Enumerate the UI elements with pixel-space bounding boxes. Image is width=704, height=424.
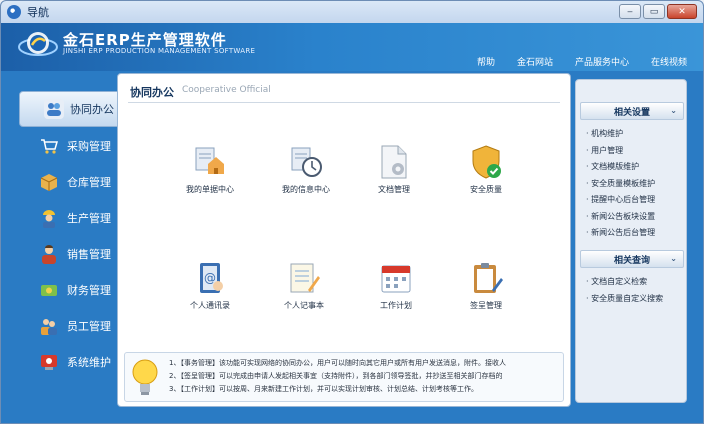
sidebar-item-label: 员工管理 (67, 320, 111, 333)
info-line: 3、【工作计划】可以按周、月来新建工作计划，并可以实现计划审核、计划总结、计划考… (169, 385, 478, 393)
link-safety-template[interactable]: 安全质量模板维护 (586, 176, 686, 193)
gear-document-icon (381, 145, 407, 179)
calendar-icon (381, 265, 411, 293)
app-my-documents[interactable]: 我的单据中心 (168, 144, 252, 204)
sidebar-item-label: 销售管理 (67, 248, 111, 261)
link-doc-search[interactable]: 文档自定义检索 (586, 274, 686, 291)
info-line: 2、【签呈管理】可以完成由申请人发起相关事宜（支持附件），到各部门领导签批，并抄… (169, 372, 503, 380)
queries-list: 文档自定义检索 安全质量自定义搜索 (586, 274, 686, 307)
window-title: 导航 (27, 6, 49, 19)
clock-document-icon (291, 147, 322, 177)
address-book-icon: @ (200, 263, 223, 293)
online-video-link[interactable]: 在线视频 (651, 55, 687, 68)
cart-icon (39, 136, 59, 156)
chevron-down-icon: ⌄ (670, 254, 677, 263)
link-safety-search[interactable]: 安全质量自定义搜索 (586, 291, 686, 308)
info-line: 1、【事务管理】该功能可实现网络的协同办公，用户可以随时向其它用户或所有用户发送… (169, 359, 506, 367)
sidebar-item-sales[interactable]: 销售管理 (19, 239, 119, 269)
clipboard-icon (474, 263, 503, 293)
app-petition-management[interactable]: 签呈管理 (444, 260, 528, 320)
sidebar-item-purchase[interactable]: 采购管理 (19, 131, 119, 161)
link-news-admin[interactable]: 新闻公告后台管理 (586, 225, 686, 242)
app-label: 个人记事本 (284, 301, 324, 310)
app-notepad[interactable]: 个人记事本 (262, 260, 346, 320)
lightbulb-icon (132, 359, 158, 395)
worker-icon (39, 208, 59, 228)
sidebar-item-label: 生产管理 (67, 212, 111, 225)
sidebar-item-finance[interactable]: 财务管理 (19, 275, 119, 305)
sidebar: 协同办公 采购管理 仓库管理 生产管理 销售管理 财务管理 员工管理 系统维护 (1, 89, 121, 389)
sidebar-item-label: 系统维护 (67, 356, 111, 369)
link-doc-template[interactable]: 文档模版维护 (586, 159, 686, 176)
title-divider (128, 102, 560, 103)
link-user-management[interactable]: 用户管理 (586, 143, 686, 160)
sidebar-item-label: 协同办公 (70, 103, 114, 116)
app-label: 安全质量 (470, 185, 502, 194)
link-reminder-admin[interactable]: 提醒中心后台管理 (586, 192, 686, 209)
close-button[interactable]: ✕ (667, 4, 697, 19)
notepad-icon (290, 263, 320, 293)
link-news-board-settings[interactable]: 新闻公告板块设置 (586, 209, 686, 226)
sidebar-item-collaboration[interactable]: 协同办公 (19, 91, 121, 127)
document-house-icon (195, 147, 224, 174)
section-header-queries[interactable]: 相关查询 ⌄ (580, 250, 684, 268)
chevron-down-icon: ⌄ (670, 106, 677, 115)
app-label: 文档管理 (378, 185, 410, 194)
section-title: 相关查询 (613, 255, 650, 266)
page-title: 协同办公 (130, 86, 174, 99)
salesperson-icon (39, 244, 59, 264)
link-org-maintenance[interactable]: 机构维护 (586, 126, 686, 143)
app-label: 工作计划 (380, 301, 412, 310)
app-address-book[interactable]: @ 个人通讯录 (168, 260, 252, 320)
app-label: 签呈管理 (470, 301, 502, 310)
sidebar-item-warehouse[interactable]: 仓库管理 (19, 167, 119, 197)
app-work-plan[interactable]: 工作计划 (354, 260, 438, 320)
app-safety-quality[interactable]: 安全质量 (444, 144, 528, 204)
website-link[interactable]: 金石网站 (517, 55, 553, 68)
status-bar (1, 407, 703, 423)
box-icon (39, 172, 59, 192)
people-icon (44, 99, 64, 119)
sidebar-item-label: 仓库管理 (67, 176, 111, 189)
jinshi-logo-icon (18, 32, 58, 56)
help-link[interactable]: 帮助 (477, 55, 495, 68)
page-subtitle: Cooperative Official (182, 85, 271, 95)
sidebar-item-label: 财务管理 (67, 284, 111, 297)
main-panel: 协同办公 Cooperative Official 我的单据中心 我的信息中心 (117, 73, 571, 407)
sidebar-item-production[interactable]: 生产管理 (19, 203, 119, 233)
app-icon (7, 5, 21, 19)
shield-check-icon (472, 145, 501, 179)
tools-icon (39, 352, 59, 372)
settings-list: 机构维护 用户管理 文档模版维护 安全质量模板维护 提醒中心后台管理 新闻公告板… (586, 126, 686, 242)
section-header-settings[interactable]: 相关设置 ⌄ (580, 102, 684, 120)
app-label: 我的单据中心 (186, 185, 234, 194)
app-label: 个人通讯录 (190, 301, 230, 310)
right-panel: 相关设置 ⌄ 机构维护 用户管理 文档模版维护 安全质量模板维护 提醒中心后台管… (575, 79, 687, 403)
sidebar-item-staff[interactable]: 员工管理 (19, 311, 119, 341)
title-bar: 导航 ‒ ▭ ✕ (1, 1, 703, 23)
top-navigation: 帮助 金石网站 产品服务中心 在线视频 (455, 55, 687, 68)
sidebar-item-system[interactable]: 系统维护 (19, 347, 119, 377)
maximize-button[interactable]: ▭ (643, 4, 665, 19)
app-document-management[interactable]: 文档管理 (352, 144, 436, 204)
sidebar-item-label: 采购管理 (67, 140, 111, 153)
staff-icon (39, 316, 59, 336)
service-center-link[interactable]: 产品服务中心 (575, 55, 629, 68)
section-title: 相关设置 (613, 107, 650, 118)
app-label: 我的信息中心 (282, 185, 330, 194)
minimize-button[interactable]: ‒ (619, 4, 641, 19)
info-box: 1、【事务管理】该功能可实现网络的协同办公，用户可以随时向其它用户或所有用户发送… (124, 352, 564, 402)
app-my-messages[interactable]: 我的信息中心 (264, 144, 348, 204)
app-window: 导航 ‒ ▭ ✕ 金石ERP生产管理软件 JINSHI ERP PRODUCTI… (0, 0, 704, 424)
money-icon (39, 280, 59, 300)
brand-subtitle: JINSHI ERP PRODUCTION MANAGEMENT SOFTWAR… (63, 47, 256, 55)
